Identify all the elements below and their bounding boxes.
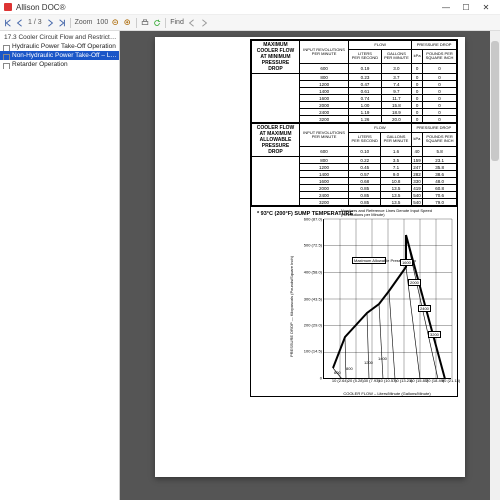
app-icon	[4, 3, 12, 11]
bookmarks-tree: 17.3 Cooler Circuit Flow and Restriction…	[0, 33, 119, 69]
document-page: MAXIMUM COOLER FLOW AT MINIMUM PRESSURE …	[155, 37, 465, 477]
speed-label: 2000	[408, 279, 421, 286]
find-prev-icon[interactable]	[188, 19, 196, 27]
nav-next-icon[interactable]	[46, 19, 54, 27]
window-buttons: — ☐ ✕	[436, 1, 496, 14]
toolbar-separator	[165, 18, 166, 28]
col-lps-h: LITERSPER SECOND	[349, 49, 381, 64]
table-row: 8000.223.515923.1	[252, 157, 457, 164]
window-title: Allison DOC®	[16, 3, 436, 12]
speed-label: 1200	[364, 361, 373, 365]
window-maximize-button[interactable]: ☐	[456, 1, 476, 14]
tree-item-non-hydraulic-pto[interactable]: Non-Hydraulic Power Take-Off – Lockup Op…	[0, 51, 119, 60]
scrollbar-thumb[interactable]	[491, 41, 499, 161]
col-pd-h: PRESSURE DROP	[412, 41, 457, 50]
print-icon[interactable]	[141, 19, 149, 27]
chart-curves	[324, 219, 452, 379]
page-viewer[interactable]: MAXIMUM COOLER FLOW AT MINIMUM PRESSURE …	[120, 31, 500, 500]
table-max-pressure-drop: COOLER FLOW AT MAXIMUM ALLOWABLE PRESSUR…	[251, 123, 457, 206]
col-flow-h: FLOW	[349, 124, 412, 133]
y-tick: 100 (14.5)	[294, 349, 324, 354]
vertical-scrollbar[interactable]	[490, 31, 500, 500]
toolbar-separator	[70, 18, 71, 28]
find-label: Find	[170, 19, 184, 26]
y-tick: 200 (29.0)	[294, 322, 324, 327]
speed-label: 800	[346, 367, 353, 371]
tree-item-hydraulic-pto[interactable]: Hydraulic Power Take-Off Operation	[0, 42, 119, 51]
nav-last-icon[interactable]	[58, 19, 66, 27]
tree-item-retarder[interactable]: Retarder Operation	[0, 60, 119, 69]
table2-side-heading: COOLER FLOW AT MAXIMUM ALLOWABLE PRESSUR…	[252, 124, 300, 157]
y-tick: 300 (43.5)	[294, 296, 324, 301]
y-tick: 0	[294, 376, 324, 381]
speed-label: 600	[334, 371, 341, 375]
zoom-in-icon[interactable]	[124, 19, 132, 27]
content-area: 17.3 Cooler Circuit Flow and Restriction…	[0, 31, 500, 500]
table-min-pressure-drop: MAXIMUM COOLER FLOW AT MINIMUM PRESSURE …	[251, 40, 457, 123]
window-minimize-button[interactable]: —	[436, 1, 456, 14]
tree-root[interactable]: 17.3 Cooler Circuit Flow and Restriction…	[0, 33, 119, 42]
speed-label: 2400	[418, 305, 431, 312]
chart-axes: 600 (87.0) 500 (72.5) 400 (58.0) 300 (43…	[323, 219, 451, 379]
page-indicator: 1 / 3	[28, 19, 42, 26]
chart-area: * 93°C (200°F) SUMP TEMPERATURE Numbers …	[251, 206, 457, 396]
speed-label: 1400	[378, 357, 387, 361]
col-kpa-h: kPa	[411, 132, 423, 147]
col-lps-h: LITERSPER SECOND	[349, 132, 381, 147]
zoom-label: Zoom	[75, 19, 93, 26]
document-content: MAXIMUM COOLER FLOW AT MINIMUM PRESSURE …	[250, 39, 458, 397]
speed-label: 1600	[400, 259, 413, 266]
nav-prev-icon[interactable]	[16, 19, 24, 27]
col-psi-h: POUNDS PERSQUARE INCH	[423, 132, 457, 147]
window-close-button[interactable]: ✕	[476, 1, 496, 14]
col-flow-h: FLOW	[349, 41, 412, 50]
window-titlebar: Allison DOC® — ☐ ✕	[0, 0, 500, 15]
y-tick: 600 (87.0)	[294, 217, 324, 222]
rotate-icon[interactable]	[153, 19, 161, 27]
col-pd-h: PRESSURE DROP	[411, 124, 456, 133]
chart-annotation-max-pd: Maximum Allowable Pressure Drop	[352, 257, 386, 264]
col-rpm-h: INPUT REVOLUTIONSPER MINUTE	[300, 124, 349, 147]
y-tick: 400 (58.0)	[294, 269, 324, 274]
bookmarks-sidebar: 17.3 Cooler Circuit Flow and Restriction…	[0, 31, 120, 500]
col-rpm-h: INPUT REVOLUTIONSPER MINUTE	[300, 41, 349, 64]
toolbar: 1 / 3 Zoom 100 Find	[0, 15, 500, 31]
col-kpa-h: kPa	[412, 49, 423, 64]
y-tick: 500 (72.5)	[294, 243, 324, 248]
zoom-value: 100	[97, 19, 109, 26]
col-psi-h: POUNDS PERSQUARE INCH	[423, 49, 457, 64]
speed-label: 3200	[428, 331, 441, 338]
nav-first-icon[interactable]	[4, 19, 12, 27]
table1-side-heading: MAXIMUM COOLER FLOW AT MINIMUM PRESSURE …	[252, 41, 300, 74]
chart-x-axis-label: COOLER FLOW – Liters/Minute (Gallons/Min…	[323, 391, 451, 396]
table-row: 8000.233.700	[252, 74, 457, 81]
toolbar-separator	[136, 18, 137, 28]
col-gpm-h: GALLONSPER MINUTE	[381, 49, 411, 64]
chart-caption: Numbers and Reference Lines Denote Input…	[341, 209, 451, 218]
zoom-out-icon[interactable]	[112, 19, 120, 27]
col-gpm-h: GALLONSPER MINUTE	[381, 132, 411, 147]
find-next-icon[interactable]	[200, 19, 208, 27]
